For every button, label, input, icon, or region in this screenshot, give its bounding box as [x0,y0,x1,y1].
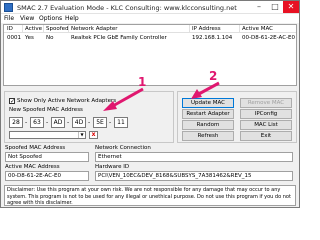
mac-octet-2[interactable]: 63 [30,117,44,128]
close-button[interactable]: ✕ [283,1,299,13]
column-active-mac[interactable]: Active MAC [242,26,273,32]
show-only-active-checkbox[interactable]: ✓ [9,98,15,105]
minimize-button[interactable]: – [251,1,267,13]
column-active[interactable]: Active [25,26,42,32]
chevron-down-icon: ▼ [78,132,85,138]
menu-view[interactable]: View [20,15,34,22]
network-connection-label: Network Connection [95,145,151,151]
hardware-id-label: Hardware ID [95,164,130,170]
table-header: ID Active Spoofed Network Adapter IP Add… [4,25,296,33]
adapter-table[interactable]: ID Active Spoofed Network Adapter IP Add… [3,24,297,86]
cell-network-adapter: Realtek PCIe GbE Family Controller [71,35,167,41]
new-mac-label: New Spoofed MAC Address [9,107,83,113]
mac-list-button[interactable]: MAC List [240,120,292,130]
mac-octet-3[interactable]: AD [51,117,65,128]
mac-vendor-dropdown[interactable]: ▼ [9,131,86,139]
remove-mac-button[interactable]: Remove MAC [240,98,292,108]
maximize-button[interactable]: □ [267,1,283,13]
active-mac-label: Active MAC Address [5,164,60,170]
hardware-id-field: PCI\VEN_10EC&DEV_8168&SUBSYS_7A381462&RE… [95,171,293,181]
mac-separator: - [67,119,70,126]
cell-ip-address: 192.168.1.104 [192,35,233,41]
window-title: SMAC 2.7 Evaluation Mode - KLC Consultin… [17,4,237,12]
cell-active: Yes [25,35,34,41]
disclaimer-text: Disclaimer: Use this program at your own… [4,185,296,206]
smac-window: SMAC 2.7 Evaluation Mode - KLC Consultin… [0,0,300,208]
menu-file[interactable]: File [4,15,14,22]
column-id[interactable]: ID [7,26,13,32]
spoofed-mac-label: Spoofed MAC Address [5,145,66,151]
random-button[interactable]: Random [182,120,234,130]
clear-mac-button[interactable]: x [89,131,98,139]
menu-bar: File View Options Help [1,14,299,23]
cell-id: 0001 [7,35,21,41]
mac-octet-4[interactable]: 4D [72,117,86,128]
column-spoofed[interactable]: Spoofed [46,26,69,32]
menu-help[interactable]: Help [65,15,79,22]
active-mac-field: 00-D8-61-2E-AC-E0 [5,171,89,181]
refresh-button[interactable]: Refresh [182,131,234,141]
mac-separator: - [25,119,28,126]
spoofed-mac-field: Not Spoofed [5,152,89,162]
menu-options[interactable]: Options [39,15,62,22]
app-icon [4,3,13,12]
network-connection-field: Ethernet [95,152,293,162]
mac-octet-1[interactable]: 28 [9,117,23,128]
annotation-arrow-2 [191,81,220,99]
mac-separator: - [88,119,91,126]
ipconfig-button[interactable]: IPConfig [240,109,292,119]
column-network-adapter[interactable]: Network Adapter [71,26,118,32]
mac-octet-5[interactable]: 5E [93,117,107,128]
mac-separator: - [109,119,112,126]
exit-button[interactable]: Exit [240,131,292,141]
cell-spoofed: No [46,35,54,41]
mac-separator: - [46,119,49,126]
column-ip-address[interactable]: IP Address [192,26,221,32]
mac-octet-6[interactable]: 11 [114,117,128,128]
annotation-arrow-1 [103,87,144,111]
restart-adapter-button[interactable]: Restart Adapter [182,109,234,119]
cell-active-mac: 00-D8-61-2E-AC-E0 [242,35,295,41]
title-bar: SMAC 2.7 Evaluation Mode - KLC Consultin… [1,1,299,14]
table-row[interactable]: 0001 Yes No Realtek PCIe GbE Family Cont… [4,34,296,42]
